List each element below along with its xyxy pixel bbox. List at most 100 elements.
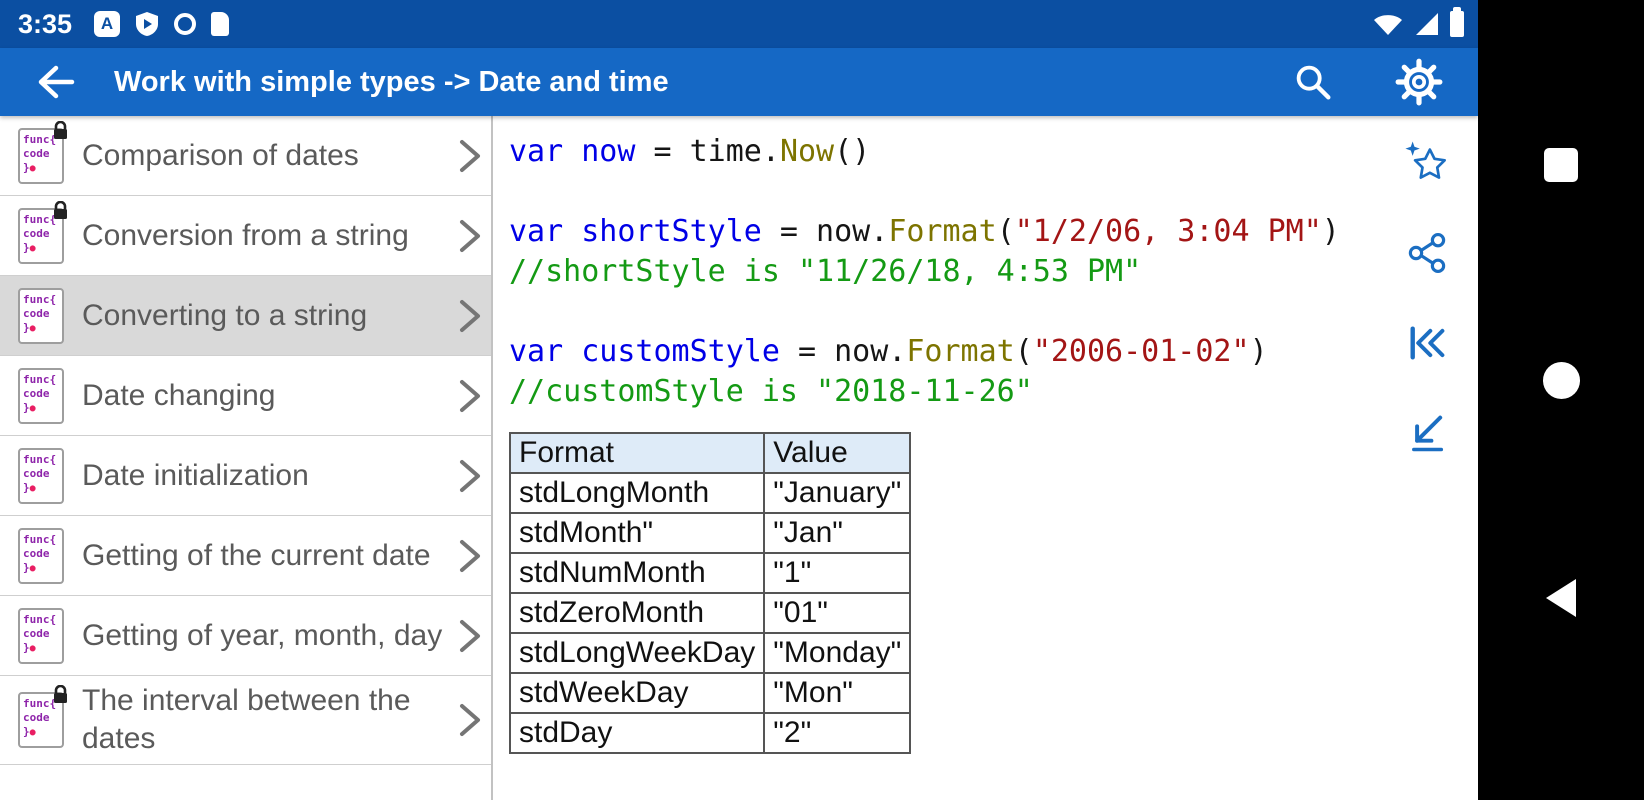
code-line: var customStyle = now.Format("2006-01-02… xyxy=(509,334,1268,369)
column-header: Format xyxy=(508,432,766,474)
func-icon-line1: func{ xyxy=(23,452,57,466)
page-title: Work with simple types -> Date and time xyxy=(114,65,669,98)
jump-to-bottom-icon[interactable] xyxy=(1404,410,1450,456)
code-line: var now = time.Now() xyxy=(509,134,871,169)
func-icon-line2: code xyxy=(23,711,50,724)
func-icon-line2: code xyxy=(23,466,50,480)
sidebar-item-label: Date initialization xyxy=(82,458,309,492)
func-code-icon: func{ code }● xyxy=(18,367,64,424)
app-bar-actions xyxy=(1290,57,1444,107)
favorite-star-icon[interactable] xyxy=(1404,140,1450,186)
status-bar: 3:35 A xyxy=(0,0,1478,48)
translate-icon: A xyxy=(94,11,121,37)
func-code-icon: func{ code }● xyxy=(18,120,67,184)
recents-square-icon[interactable] xyxy=(1544,148,1578,182)
table-row: stdLongMonth "January" xyxy=(508,472,912,514)
sidebar-item-label: Getting of the current date xyxy=(82,538,431,572)
record-ring-icon xyxy=(174,13,197,35)
play-protect-icon xyxy=(136,12,159,36)
func-icon-line1: func{ xyxy=(23,532,57,546)
sidebar-item-label: The interval between the dates xyxy=(82,684,411,755)
func-icon-line3: } xyxy=(23,480,30,494)
wifi-icon xyxy=(1374,15,1402,35)
func-icon-line1: func{ xyxy=(23,292,57,306)
func-icon-line3: } xyxy=(23,725,30,738)
chevron-right-icon xyxy=(460,299,480,332)
table-row: stdNumMonth "1" xyxy=(508,552,912,594)
table-row: stdWeekDay "Mon" xyxy=(508,672,912,714)
sidebar-list: func{ code }● Comparison of dates func{ … xyxy=(0,116,493,800)
func-code-icon: func{ code }● xyxy=(18,447,64,504)
sidebar-item[interactable]: func{ code }● Date initialization xyxy=(0,436,491,516)
action-rail xyxy=(1404,140,1450,456)
func-icon-line3: } xyxy=(23,160,30,174)
app-bar: Work with simple types -> Date and time xyxy=(0,48,1478,116)
share-icon[interactable] xyxy=(1404,230,1450,276)
func-code-icon: func{ code }● xyxy=(18,527,64,584)
func-icon-line2: code xyxy=(23,546,50,560)
notification-icons: A xyxy=(94,11,230,37)
sidebar-item[interactable]: func{ code }● Date changing xyxy=(0,356,491,436)
lock-icon xyxy=(54,200,67,219)
sidebar-item[interactable]: func{ code }● Converting to a string xyxy=(0,276,491,356)
table-row: stdDay "2" xyxy=(508,712,912,754)
sidebar-item[interactable]: func{ code }● Getting of the current dat… xyxy=(0,516,491,596)
code-line: var shortStyle = now.Format("1/2/06, 3:0… xyxy=(509,214,1340,249)
column-header: Value xyxy=(763,432,912,474)
sidebar-item-label: Converting to a string xyxy=(82,298,368,332)
main-pane: var now = time.Now() var shortStyle = no… xyxy=(493,116,1478,800)
chevron-right-icon xyxy=(460,619,480,652)
func-icon-line3: } xyxy=(23,320,30,334)
app-root: 3:35 A Work with simple types -> Date an… xyxy=(0,0,1644,800)
func-icon-line3: } xyxy=(23,640,30,654)
sidebar-item-label: Getting of year, month, day xyxy=(82,618,443,652)
chevron-right-icon xyxy=(460,219,480,252)
sidebar-item-label: Conversion from a string xyxy=(82,218,409,252)
status-icons xyxy=(1372,7,1464,37)
chevron-right-icon xyxy=(460,379,480,412)
code-line: //customStyle is "2018-11-26" xyxy=(509,374,1033,409)
sidebar-item[interactable]: func{ code }● Comparison of dates xyxy=(0,116,491,196)
format-table-head-row: Format Value xyxy=(508,432,912,474)
lock-icon xyxy=(54,120,67,139)
sidebar-item-label: Date changing xyxy=(82,378,276,412)
code-block: var now = time.Now() var shortStyle = no… xyxy=(509,132,1478,412)
sidebar-item[interactable]: func{ code }● The interval between the d… xyxy=(0,676,491,765)
status-time: 3:35 xyxy=(18,8,73,39)
search-icon[interactable] xyxy=(1290,59,1336,105)
func-code-icon: func{ code }● xyxy=(18,200,67,264)
func-icon-line2: code xyxy=(23,146,50,160)
chevron-right-icon xyxy=(460,704,480,736)
signal-icon xyxy=(1416,13,1438,35)
skip-to-start-icon[interactable] xyxy=(1404,320,1450,366)
func-icon-line3: } xyxy=(23,400,30,414)
func-code-icon: func{ code }● xyxy=(18,685,67,748)
chevron-right-icon xyxy=(460,459,480,492)
settings-gear-icon[interactable] xyxy=(1394,57,1444,107)
table-row: stdZeroMonth "01" xyxy=(508,592,912,634)
sim-card-icon xyxy=(211,12,230,36)
sidebar-item[interactable]: func{ code }● Conversion from a string xyxy=(0,196,491,276)
content-row: func{ code }● Comparison of dates func{ … xyxy=(0,116,1478,800)
func-icon-line3: } xyxy=(23,240,30,254)
code-line: //shortStyle is "11/26/18, 4:53 PM" xyxy=(509,254,1142,289)
func-code-icon: func{ code }● xyxy=(18,287,64,344)
table-row: stdLongWeekDay "Monday" xyxy=(508,632,912,674)
func-icon-line2: code xyxy=(23,626,50,640)
sidebar-item-label: Comparison of dates xyxy=(82,138,359,172)
chevron-right-icon xyxy=(460,139,480,172)
func-icon-line1: func{ xyxy=(23,372,57,386)
sidebar-item[interactable]: func{ code }● Getting of year, month, da… xyxy=(0,596,491,676)
func-icon-line2: code xyxy=(23,386,50,400)
lock-icon xyxy=(54,685,67,703)
android-nav-bar xyxy=(1478,0,1644,800)
home-circle-icon[interactable] xyxy=(1542,362,1580,399)
back-arrow-icon[interactable] xyxy=(30,58,78,106)
main-column: 3:35 A Work with simple types -> Date an… xyxy=(0,0,1478,800)
func-icon-line2: code xyxy=(23,306,50,320)
func-icon-line2: code xyxy=(23,226,50,240)
func-icon-line1: func{ xyxy=(23,612,57,626)
back-triangle-icon[interactable] xyxy=(1546,579,1576,617)
